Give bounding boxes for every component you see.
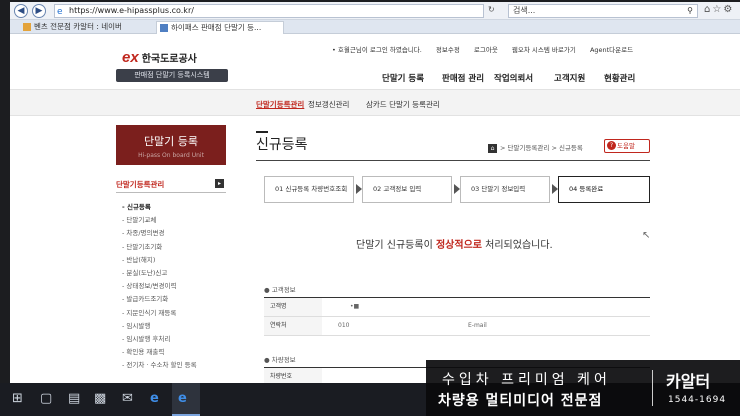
util-agent-download[interactable]: Agent다운로드 <box>590 46 633 54</box>
table-row: 연락처 010 E-mail <box>264 317 650 336</box>
toolbar-icons[interactable]: ⌂☆⚙ <box>704 4 734 15</box>
ie-page-icon: e <box>57 7 63 17</box>
sidebar-item[interactable]: - 단말기교체 <box>122 214 197 227</box>
table-row: 고객명 •■ <box>264 298 650 317</box>
sidebar-item[interactable]: - 확인용 재출력 <box>122 346 197 359</box>
sidebar-card-title: 단말기 등록 <box>143 135 199 148</box>
url-input[interactable]: e https://www.e-hipassplus.co.kr/ <box>54 4 484 18</box>
gnb-status[interactable]: 현황관리 <box>604 72 635 84</box>
util-web-system[interactable]: 웹오차 시스템 바로가기 <box>512 46 576 54</box>
completion-message: 단말기 신규등록이 정상적으로 처리되었습니다. <box>356 240 553 251</box>
search-input[interactable]: 검색... ⚲ <box>508 4 698 18</box>
task-view-icon[interactable]: ▢ <box>40 391 52 406</box>
step-4-active: 04 등록완료 <box>558 176 650 203</box>
lnb-info-update[interactable]: 정보갱신관리 <box>308 99 349 110</box>
sidebar-item[interactable]: - 단말기초기화 <box>122 241 197 254</box>
field-value: •■ <box>350 303 360 310</box>
sidebar-item-new[interactable]: - 신규등록 <box>122 201 197 214</box>
lnb-card-device[interactable]: 삼카드 단말기 등록관리 <box>366 99 440 110</box>
sidebar-item[interactable]: - 임시발행 후처리 <box>122 333 197 346</box>
field-label: E-mail <box>468 322 487 329</box>
mouse-cursor-icon: ↖ <box>642 230 651 241</box>
windows-start-icon[interactable]: ⊞ <box>12 391 23 406</box>
gnb-store-manage[interactable]: 판매점 관리 <box>442 72 484 84</box>
favicon-icon <box>160 24 168 32</box>
site-page: ex 한국도로공사 판매점 단말기 등록시스템 • 호월근님이 로그인 하였습니다… <box>10 35 740 416</box>
util-edit-info[interactable]: 정보수정 <box>436 46 460 54</box>
help-icon: ? <box>607 141 616 150</box>
sidebar-item[interactable]: - 발급카드조기화 <box>122 293 197 306</box>
url-text: https://www.e-hipassplus.co.kr/ <box>69 6 194 15</box>
login-status: • 호월근님이 로그인 하였습니다. <box>332 46 422 54</box>
ad-divider <box>652 370 653 406</box>
sidebar-item[interactable]: - 전기차 · 수소차 할인 등록 <box>122 359 197 372</box>
forward-icon[interactable]: ▶ <box>32 4 46 18</box>
title-accent <box>256 131 268 133</box>
tab-hipass[interactable]: 하이패스 판매점 단말기 등... <box>156 21 284 34</box>
breadcrumb-current: > 신규등록 <box>551 144 583 152</box>
site-logo[interactable]: ex 한국도로공사 <box>122 49 197 67</box>
field-label: 고객명 <box>264 298 322 316</box>
ad-line2: 차량용 멀티미디어 전문점 <box>438 393 603 409</box>
vehicle-section-title: ● 차량정보 <box>264 356 296 364</box>
edge-icon[interactable]: e <box>150 391 159 406</box>
util-links: • 호월근님이 로그인 하였습니다. 정보수정 로그아웃 웹오차 시스템 바로가… <box>332 44 645 54</box>
gnb-support[interactable]: 고객지원 <box>554 72 585 84</box>
title-divider <box>256 160 650 161</box>
search-icon[interactable]: ⚲ <box>687 5 693 17</box>
ad-phone: 1544-1694 <box>668 395 727 405</box>
step-1: 01 신규등록 차량번호조회 <box>264 176 354 203</box>
help-button[interactable]: ? 도움말 <box>604 139 650 153</box>
explorer-icon[interactable]: ▤ <box>68 391 80 406</box>
ad-brand: 카알터 <box>666 372 711 391</box>
sub-nav: 단말기등록관리 정보갱신관리 삼카드 단말기 등록관리 <box>10 89 740 116</box>
sidebar-item[interactable]: - 반납(해지) <box>122 254 197 267</box>
step-3: 03 단말기 정보입력 <box>460 176 550 203</box>
sidebar-card: 단말기 등록 Hi-pass On board Unit <box>116 125 226 165</box>
sidebar-item[interactable]: - 임시발행 <box>122 320 197 333</box>
favicon-icon <box>23 23 31 31</box>
gnb-device-register[interactable]: 단말기 등록 <box>382 72 424 84</box>
refresh-icon[interactable]: ↻ <box>488 5 495 14</box>
home-icon[interactable]: ⌂ <box>488 144 497 153</box>
search-placeholder: 검색... <box>513 6 536 15</box>
success-highlight: 정상적으로 <box>435 240 482 251</box>
ad-overlay: 수입차 프리미엄 케어 차량용 멀티미디어 전문점 카알터 1544-1694 <box>426 360 740 416</box>
tab-strip: 벤츠 전문점 카알터 : 네이버 하이패스 판매점 단말기 등... <box>10 20 740 34</box>
step-2: 02 고객정보 입력 <box>362 176 452 203</box>
chevron-right-icon: ▸ <box>215 179 224 188</box>
ie-icon[interactable]: e <box>178 391 187 406</box>
system-name-badge: 판매점 단말기 등록시스템 <box>116 69 228 82</box>
ad-line1: 수입차 프리미엄 케어 <box>442 372 611 388</box>
address-bar: ◀ ▶ e https://www.e-hipassplus.co.kr/ ↻ … <box>10 2 740 20</box>
lnb-device-manage[interactable]: 단말기등록관리 <box>256 99 304 110</box>
sidebar-item[interactable]: - 지문인식기 재등록 <box>122 307 197 320</box>
sidebar-card-subtitle: Hi-pass On board Unit <box>138 152 204 159</box>
sidebar-item[interactable]: - 분실(도난)신고 <box>122 267 197 280</box>
field-value: 010 <box>338 322 350 329</box>
back-icon[interactable]: ◀ <box>14 4 28 18</box>
mail-icon[interactable]: ✉ <box>122 391 133 406</box>
field-label: 연락처 <box>264 317 322 335</box>
store-icon[interactable]: ▩ <box>94 391 106 406</box>
gnb-work-order[interactable]: 작업의뢰서 <box>494 72 533 84</box>
breadcrumb-parent[interactable]: > 단말기등록관리 <box>500 144 549 152</box>
customer-section-title: ● 고객정보 <box>264 286 296 294</box>
tab-naver[interactable]: 벤츠 전문점 카알터 : 네이버 <box>20 21 152 34</box>
browser-window: ◀ ▶ e https://www.e-hipassplus.co.kr/ ↻ … <box>10 2 740 416</box>
sidebar-item[interactable]: - 차종/명의변경 <box>122 227 197 240</box>
util-logout[interactable]: 로그아웃 <box>474 46 498 54</box>
sidebar-menu: - 신규등록 - 단말기교체 - 차종/명의변경 - 단말기초기화 - 반납(해… <box>122 201 197 372</box>
page-title: 신규등록 <box>256 137 308 153</box>
sidebar-section-title[interactable]: 단말기등록관리 ▸ <box>116 179 226 193</box>
sidebar-item[interactable]: - 상태정보/변경이력 <box>122 280 197 293</box>
breadcrumb: ⌂ > 단말기등록관리 > 신규등록 <box>488 142 583 153</box>
